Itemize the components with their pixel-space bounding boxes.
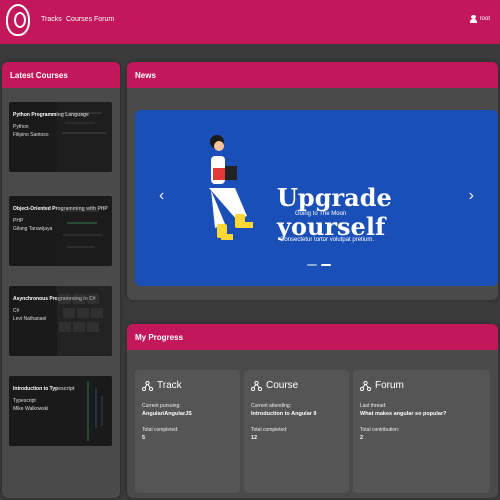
my-progress-title: My Progress <box>127 324 498 350</box>
carousel-indicator-1[interactable] <box>307 264 317 266</box>
course-thumbnail <box>57 196 112 266</box>
label-current: Current pursuing: <box>142 403 181 409</box>
label-current: Last thread: <box>360 403 387 409</box>
nav-link-courses[interactable]: Courses <box>66 16 92 23</box>
user-name: root <box>479 16 490 22</box>
graph-nodes-icon <box>360 380 371 391</box>
nav-link-forum[interactable]: Forum <box>94 16 114 23</box>
latest-courses-panel: Latest Courses Python Programming Langua… <box>2 62 120 498</box>
course-thumbnail <box>57 376 112 446</box>
my-progress-panel: My Progress Track Current pursuing: Angu… <box>127 324 498 498</box>
course-card-php[interactable]: Object-Oriented Programming with PHP PHP… <box>9 196 112 266</box>
course-card-csharp[interactable]: Asynchronous Programming in C# C# Levi N… <box>9 286 112 356</box>
user-menu[interactable]: root <box>469 15 490 23</box>
chevron-left-icon[interactable]: ‹ <box>159 187 164 205</box>
card-title: Course <box>266 380 299 391</box>
label-total: Total contribution: <box>360 427 400 433</box>
graph-nodes-icon <box>142 380 153 391</box>
label-total: Total completed: <box>142 427 179 433</box>
label-total: Total completed: <box>251 427 288 433</box>
brand-logo-icon[interactable] <box>6 4 30 36</box>
course-card-python[interactable]: Python Programming Language Python Filip… <box>9 102 112 172</box>
nav-link-tracks[interactable]: Tracks <box>41 16 62 23</box>
person-with-laptop-illustration <box>209 135 253 240</box>
latest-courses-title: Latest Courses <box>2 62 120 88</box>
course-thumbnail <box>57 286 112 356</box>
news-panel: News ‹ › Upgrade yourself Going to The M… <box>127 62 498 300</box>
course-card: Course Current attending: Introduction t… <box>244 370 349 493</box>
value-current[interactable]: Introduction to Angular 9 <box>251 410 342 418</box>
top-navbar: Tracks Courses Forum root <box>0 0 500 44</box>
value-current[interactable]: What makes angular so popular? <box>360 410 483 418</box>
forum-card: Forum Last thread: What makes angular so… <box>353 370 490 493</box>
course-thumbnail <box>57 102 112 172</box>
value-total: 5 <box>142 435 146 441</box>
news-title: News <box>127 62 498 88</box>
news-carousel: ‹ › Upgrade yourself Going to The Moon C… <box>135 110 498 286</box>
card-title: Forum <box>375 380 404 391</box>
slide-subtitle: Going to The Moon <box>295 211 347 217</box>
graph-nodes-icon <box>251 380 262 391</box>
track-card: Track Current pursuing: Angular/AngularJ… <box>135 370 240 493</box>
slide-caption: Consectetur tortor volutpat pretium. <box>280 237 375 243</box>
carousel-indicator-2[interactable] <box>321 264 331 266</box>
card-title: Track <box>157 380 182 391</box>
value-current[interactable]: Angular/AngularJS <box>142 410 233 418</box>
course-card-typescript[interactable]: Introduction to Typescript Typescript Mi… <box>9 376 112 446</box>
user-icon <box>469 15 477 23</box>
label-current: Current attending: <box>251 403 292 409</box>
value-total: 12 <box>251 435 258 441</box>
value-total: 2 <box>360 435 364 441</box>
